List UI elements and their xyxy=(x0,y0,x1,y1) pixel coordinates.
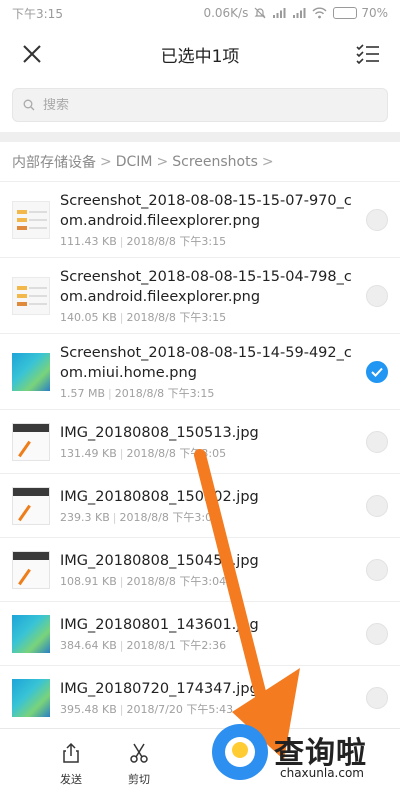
section-divider xyxy=(0,132,400,142)
file-row[interactable]: Screenshot_2018-08-08-15-14-59-492_com.m… xyxy=(0,334,400,410)
page-title: 已选中1项 xyxy=(160,46,240,67)
file-date: 2018/8/8 下午3:05 xyxy=(119,510,220,524)
file-row[interactable]: IMG_20180808_150513.jpg 131.49 KB | 2018/8… xyxy=(0,410,400,474)
send-button[interactable]: 发送 xyxy=(60,742,82,787)
file-size: 131.49 KB xyxy=(60,446,117,460)
checklist-icon[interactable] xyxy=(350,36,386,72)
breadcrumb-item-dcim[interactable]: DCIM xyxy=(116,154,153,170)
file-date: 2018/7/20 下午5:43 xyxy=(126,702,234,716)
send-label: 发送 xyxy=(60,773,82,786)
checked-checkbox[interactable] xyxy=(366,360,388,383)
status-bar: 下午3:15 0.06K/s 70% xyxy=(0,0,400,26)
select-checkbox[interactable] xyxy=(366,494,388,517)
breadcrumb-item-screenshots[interactable]: Screenshots xyxy=(172,154,258,170)
file-thumbnail xyxy=(12,422,50,461)
file-size: 239.3 KB xyxy=(60,510,110,524)
net-speed: 0.06K/s xyxy=(203,6,249,20)
search-input[interactable] xyxy=(43,97,377,113)
file-row[interactable]: IMG_20180720_174347.jpg 395.48 KB | 2018/7… xyxy=(0,666,400,730)
file-info: Screenshot_2018-08-08-15-15-07-970_com.a… xyxy=(60,191,358,249)
file-info: Screenshot_2018-08-08-15-14-59-492_com.m… xyxy=(60,343,358,401)
status-indicators: 0.06K/s 70% xyxy=(203,6,388,20)
status-time: 下午3:15 xyxy=(12,6,63,21)
select-checkbox[interactable] xyxy=(366,686,388,709)
search-bar[interactable] xyxy=(12,88,388,122)
file-info: IMG_20180808_150513.jpg 131.49 KB | 2018/8… xyxy=(60,423,358,461)
select-checkbox[interactable] xyxy=(366,208,388,231)
file-size: 395.48 KB xyxy=(60,702,117,716)
file-meta: 131.49 KB | 2018/8/8 下午3:05 xyxy=(60,446,227,460)
file-row[interactable]: IMG_20180808_150502.jpg 239.3 KB | 2018/8/… xyxy=(0,474,400,538)
file-name: Screenshot_2018-08-08-15-15-07-970_com.a… xyxy=(60,192,352,229)
file-size: 140.05 KB xyxy=(60,310,117,324)
file-row[interactable]: IMG_20180801_143601.jpg 384.64 KB | 2018/8… xyxy=(0,602,400,666)
file-date: 2018/8/8 下午3:15 xyxy=(114,386,215,400)
search-icon xyxy=(23,96,35,115)
file-info: IMG_20180808_150450.jpg 108.91 KB | 2018/8… xyxy=(60,551,358,589)
file-list: Screenshot_2018-08-08-15-15-07-970_com.a… xyxy=(0,182,400,730)
select-checkbox[interactable] xyxy=(366,622,388,645)
file-info: IMG_20180801_143601.jpg 384.64 KB | 2018/8… xyxy=(60,615,358,653)
file-name: IMG_20180808_150513.jpg xyxy=(60,424,259,441)
file-thumbnail xyxy=(12,486,50,525)
select-checkbox[interactable] xyxy=(366,284,388,307)
file-row[interactable]: IMG_20180808_150450.jpg 108.91 KB | 2018/8… xyxy=(0,538,400,602)
breadcrumb-item-internal-storage[interactable]: 内部存储设备 xyxy=(12,152,96,172)
share-icon xyxy=(60,742,82,767)
file-meta: 1.57 MB | 2018/8/8 下午3:15 xyxy=(60,386,215,400)
file-date: 2018/8/8 下午3:15 xyxy=(126,234,227,248)
file-size: 1.57 MB xyxy=(60,386,106,400)
file-date: 2018/8/8 下午3:15 xyxy=(126,310,227,324)
file-name: IMG_20180808_150450.jpg xyxy=(60,552,259,569)
file-name: IMG_20180720_174347.jpg xyxy=(60,680,259,697)
file-info: Screenshot_2018-08-08-15-15-04-798_com.a… xyxy=(60,267,358,325)
breadcrumb: 内部存储设备 > DCIM > Screenshots > xyxy=(0,142,400,182)
chevron-right-icon: > xyxy=(261,153,274,170)
scissors-icon xyxy=(128,742,150,767)
file-row[interactable]: Screenshot_2018-08-08-15-15-07-970_com.a… xyxy=(0,182,400,258)
file-row[interactable]: Screenshot_2018-08-08-15-15-04-798_com.a… xyxy=(0,258,400,334)
file-thumbnail xyxy=(12,550,50,589)
file-thumbnail xyxy=(12,276,50,315)
file-thumbnail xyxy=(12,614,50,653)
file-meta: 111.43 KB | 2018/8/8 下午3:15 xyxy=(60,234,227,248)
wifi-icon xyxy=(312,7,327,19)
file-meta: 395.48 KB | 2018/7/20 下午5:43 xyxy=(60,702,234,716)
file-meta: 239.3 KB | 2018/8/8 下午3:05 xyxy=(60,510,220,524)
file-thumbnail xyxy=(12,200,50,239)
file-name: IMG_20180801_143601.jpg xyxy=(60,616,259,633)
search-container xyxy=(0,82,400,132)
file-size: 384.64 KB xyxy=(60,638,117,652)
file-meta: 140.05 KB | 2018/8/8 下午3:15 xyxy=(60,310,227,324)
file-date: 2018/8/1 下午2:36 xyxy=(126,638,227,652)
select-checkbox[interactable] xyxy=(366,430,388,453)
file-date: 2018/8/8 下午3:05 xyxy=(126,446,227,460)
battery-indicator: 70% xyxy=(333,6,388,20)
chevron-right-icon: > xyxy=(100,153,112,170)
cut-label: 剪切 xyxy=(128,773,150,786)
signal-icon xyxy=(272,7,286,19)
file-name: Screenshot_2018-08-08-15-15-04-798_com.a… xyxy=(60,268,352,305)
file-thumbnail xyxy=(12,352,50,391)
file-info: IMG_20180808_150502.jpg 239.3 KB | 2018/8/… xyxy=(60,487,358,525)
file-name: Screenshot_2018-08-08-15-14-59-492_com.m… xyxy=(60,344,352,381)
file-size: 108.91 KB xyxy=(60,574,117,588)
file-thumbnail xyxy=(12,678,50,717)
signal-2-icon xyxy=(292,7,306,19)
chevron-right-icon: > xyxy=(156,153,169,170)
close-icon[interactable] xyxy=(14,36,50,72)
battery-percent: 70% xyxy=(361,6,388,20)
file-meta: 108.91 KB | 2018/8/8 下午3:04 xyxy=(60,574,227,588)
file-info: IMG_20180720_174347.jpg 395.48 KB | 2018/7… xyxy=(60,679,358,717)
file-size: 111.43 KB xyxy=(60,234,117,248)
file-date: 2018/8/8 下午3:04 xyxy=(126,574,227,588)
battery-icon xyxy=(333,7,358,19)
file-meta: 384.64 KB | 2018/8/1 下午2:36 xyxy=(60,638,227,652)
title-bar: 已选中1项 xyxy=(0,26,400,82)
mute-bell-icon xyxy=(254,7,266,19)
cut-button[interactable]: 剪切 xyxy=(128,742,150,787)
file-name: IMG_20180808_150502.jpg xyxy=(60,488,259,505)
select-checkbox[interactable] xyxy=(366,558,388,581)
bottom-action-bar: 发送 剪切 xyxy=(0,728,400,800)
